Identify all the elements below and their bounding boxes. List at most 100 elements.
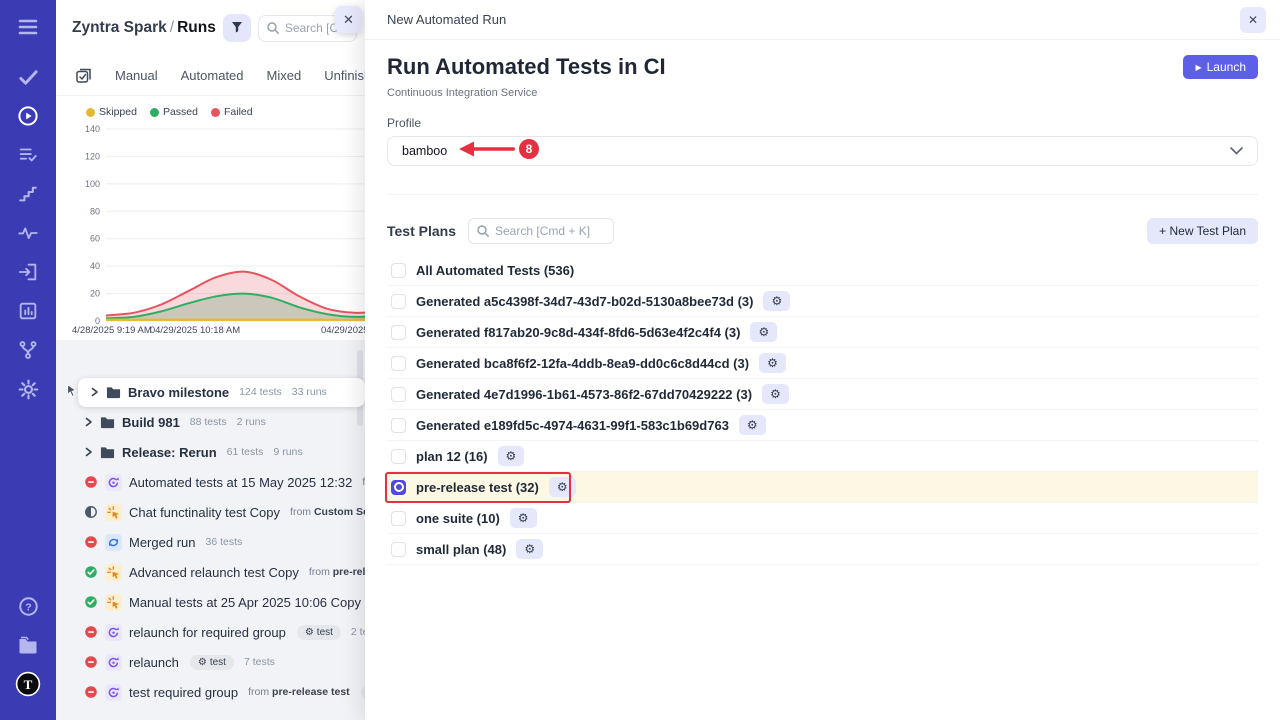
test-plan-checkbox[interactable] xyxy=(391,387,406,402)
test-plan-checkbox[interactable] xyxy=(391,418,406,433)
settings-icon[interactable] xyxy=(15,376,41,402)
run-meta: 2 tests xyxy=(351,626,365,638)
profile-value: bamboo xyxy=(402,144,447,158)
test-plan-settings-button[interactable]: ⚙ xyxy=(498,446,525,466)
chevron-right-icon[interactable] xyxy=(84,447,93,457)
sidebar: ?T xyxy=(0,0,56,720)
test-plan-checkbox[interactable] xyxy=(391,542,406,557)
run-group-row[interactable]: Release: Rerun61 tests9 runs xyxy=(56,437,365,467)
test-plan-label: Generated a5c4398f-34d7-43d7-b02d-5130a8… xyxy=(416,294,753,309)
test-plan-row[interactable]: Generated 4e7d1996-1b61-4573-86f2-67dd70… xyxy=(387,379,1258,410)
profile-label: Profile xyxy=(387,116,1258,130)
chart-legend: Skipped Passed Failed xyxy=(86,106,365,118)
run-from: from pre-release test xyxy=(309,566,365,578)
filter-icon xyxy=(230,20,244,37)
run-tag: ⚙test xyxy=(190,655,234,670)
run-row[interactable]: relaunch⚙test7 tests xyxy=(56,647,365,677)
filter-button[interactable] xyxy=(223,14,251,42)
svg-text:80: 80 xyxy=(90,206,100,216)
run-group-row[interactable]: Bravo milestone124 tests33 runs xyxy=(56,377,365,407)
test-plan-settings-button[interactable]: ⚙ xyxy=(762,384,789,404)
tab-unfinished[interactable]: Unfinished xyxy=(324,68,365,83)
legend-label: Passed xyxy=(163,106,198,118)
test-plan-settings-button[interactable]: ⚙ xyxy=(750,322,777,342)
tab-manual[interactable]: Manual xyxy=(115,68,158,83)
runs-icon[interactable] xyxy=(15,103,41,129)
test-plan-settings-button[interactable]: ⚙ xyxy=(759,353,786,373)
reports-icon[interactable] xyxy=(15,298,41,324)
gear-icon: ⚙ xyxy=(767,356,778,370)
test-plan-row[interactable]: pre-release test (32)⚙ xyxy=(387,472,1258,503)
folder-icon xyxy=(106,385,121,399)
test-plan-settings-button[interactable]: ⚙ xyxy=(510,508,537,528)
legend-dot xyxy=(150,108,159,117)
gear-icon: ⚙ xyxy=(506,449,517,463)
chevron-right-icon[interactable] xyxy=(84,417,93,427)
run-row[interactable]: relaunch for required group⚙test2 tests xyxy=(56,617,365,647)
defects-icon[interactable] xyxy=(15,337,41,363)
test-plan-checkbox[interactable] xyxy=(391,480,406,495)
milestones-icon[interactable] xyxy=(15,181,41,207)
select-runs-icon[interactable] xyxy=(75,67,92,84)
test-plan-row[interactable]: small plan (48) ⚙ xyxy=(387,534,1258,565)
run-row[interactable]: Merged run36 tests xyxy=(56,527,365,557)
run-group-row[interactable]: Build 98188 tests2 runs xyxy=(56,407,365,437)
test-plan-checkbox[interactable] xyxy=(391,449,406,464)
test-plans-icon[interactable] xyxy=(15,142,41,168)
svg-text:4/28/2025 9:19 AM: 4/28/2025 9:19 AM xyxy=(72,325,152,336)
legend-label: Failed xyxy=(224,106,253,118)
test-plan-checkbox[interactable] xyxy=(391,325,406,340)
tests-icon[interactable] xyxy=(15,64,41,90)
panel-close-button[interactable]: ✕ xyxy=(335,6,362,33)
test-plan-row[interactable]: Generated a5c4398f-34d7-43d7-b02d-5130a8… xyxy=(387,286,1258,317)
run-meta: 9 runs xyxy=(273,446,302,458)
logo-icon[interactable]: T xyxy=(15,671,41,697)
run-type-automated-icon xyxy=(105,684,122,701)
test-plans-heading: Test Plans xyxy=(387,223,456,239)
run-row[interactable]: Chat functinality test Copyfrom Custom S… xyxy=(56,497,365,527)
run-row[interactable]: Automated tests at 15 May 2025 12:32from… xyxy=(56,467,365,497)
legend-item-skipped: Skipped xyxy=(86,106,137,118)
breadcrumb-project[interactable]: Zyntra Spark xyxy=(72,19,167,36)
test-plan-row[interactable]: one suite (10) ⚙ xyxy=(387,503,1258,534)
modal-header: New Automated Run ✕ xyxy=(365,0,1280,40)
activity-icon[interactable] xyxy=(15,220,41,246)
test-plan-settings-button[interactable]: ⚙ xyxy=(549,477,576,497)
library-icon[interactable] xyxy=(15,632,41,658)
run-row[interactable]: Manual tests at 25 Apr 2025 10:06 Copyfr… xyxy=(56,587,365,617)
svg-text:120: 120 xyxy=(85,151,100,161)
help-icon[interactable]: ? xyxy=(15,593,41,619)
profile-select[interactable]: bamboo 8 xyxy=(387,136,1258,166)
test-plan-settings-button[interactable]: ⚙ xyxy=(739,415,766,435)
run-label: test required group xyxy=(129,685,238,700)
chevron-right-icon[interactable] xyxy=(90,387,99,397)
test-plan-checkbox[interactable] xyxy=(391,294,406,309)
test-plan-settings-button[interactable]: ⚙ xyxy=(763,291,790,311)
launches-icon[interactable] xyxy=(15,259,41,285)
run-row[interactable]: test required groupfrom pre-release test… xyxy=(56,677,365,707)
launch-button[interactable]: ▶ Launch xyxy=(1183,55,1258,79)
new-test-plan-button[interactable]: + New Test Plan xyxy=(1147,218,1258,244)
run-meta: 36 tests xyxy=(205,536,242,548)
test-plan-row[interactable]: plan 12 (16)⚙ xyxy=(387,441,1258,472)
test-plan-label: one suite (10) xyxy=(416,511,500,526)
test-plan-checkbox[interactable] xyxy=(391,263,406,278)
test-plan-label: small plan (48) xyxy=(416,542,506,557)
modal-close-button[interactable]: ✕ xyxy=(1240,7,1266,33)
status-stopped-icon xyxy=(84,475,98,489)
test-plan-row[interactable]: Generated bca8f6f2-12fa-4ddb-8ea9-dd0c6c… xyxy=(387,348,1258,379)
test-plan-checkbox[interactable] xyxy=(391,511,406,526)
test-plan-row[interactable]: Generated e189fd5c-4974-4631-99f1-583c1b… xyxy=(387,410,1258,441)
run-meta: 88 tests xyxy=(190,416,227,428)
test-plan-checkbox[interactable] xyxy=(391,356,406,371)
test-plan-row[interactable]: Generated f817ab20-9c8d-434f-8fd6-5d63e4… xyxy=(387,317,1258,348)
menu-icon[interactable] xyxy=(15,14,41,40)
play-icon: ▶ xyxy=(1195,63,1201,72)
test-plan-row[interactable]: All Automated Tests (536) xyxy=(387,255,1258,286)
run-row[interactable]: Advanced relaunch test Copyfrom pre-rele… xyxy=(56,557,365,587)
test-plan-settings-button[interactable]: ⚙ xyxy=(516,539,543,559)
run-label: relaunch for required group xyxy=(129,625,286,640)
svg-text:?: ? xyxy=(25,601,31,613)
tab-mixed[interactable]: Mixed xyxy=(267,68,302,83)
tab-automated[interactable]: Automated xyxy=(181,68,244,83)
